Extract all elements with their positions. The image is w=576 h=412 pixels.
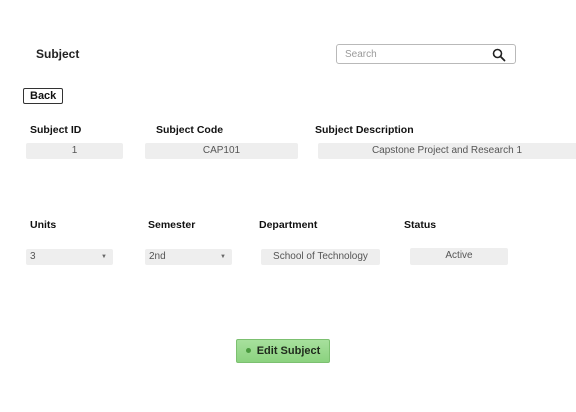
bullet-icon	[245, 347, 251, 353]
chevron-down-icon: ▼	[101, 254, 107, 260]
status-field[interactable]: Active	[410, 248, 508, 265]
semester-select[interactable]: 2nd ▼	[145, 249, 232, 265]
subject-id-label: Subject ID	[30, 124, 82, 136]
chevron-down-icon: ▼	[220, 254, 226, 260]
subject-description-label: Subject Description	[315, 124, 414, 136]
back-button[interactable]: Back	[23, 88, 64, 104]
subject-code-label: Subject Code	[156, 124, 224, 136]
edit-subject-label: Edit Subject	[256, 345, 321, 357]
semester-value: 2nd	[149, 251, 166, 262]
subject-description-field[interactable]: Capstone Project and Research 1	[318, 143, 576, 159]
edit-subject-button[interactable]: Edit Subject	[236, 339, 330, 363]
units-label: Units	[30, 219, 57, 231]
semester-label: Semester	[148, 219, 196, 231]
units-select[interactable]: 3 ▼	[26, 249, 113, 265]
subject-id-field[interactable]: 1	[26, 143, 123, 159]
units-value: 3	[30, 251, 36, 262]
department-field[interactable]: School of Technology	[261, 249, 380, 265]
search-icon[interactable]	[492, 48, 506, 62]
subject-code-field[interactable]: CAP101	[145, 143, 298, 159]
status-label: Status	[404, 219, 437, 231]
search-box[interactable]	[336, 44, 516, 64]
page-title: Subject	[36, 47, 80, 61]
department-label: Department	[259, 219, 318, 231]
search-input[interactable]	[345, 47, 485, 61]
